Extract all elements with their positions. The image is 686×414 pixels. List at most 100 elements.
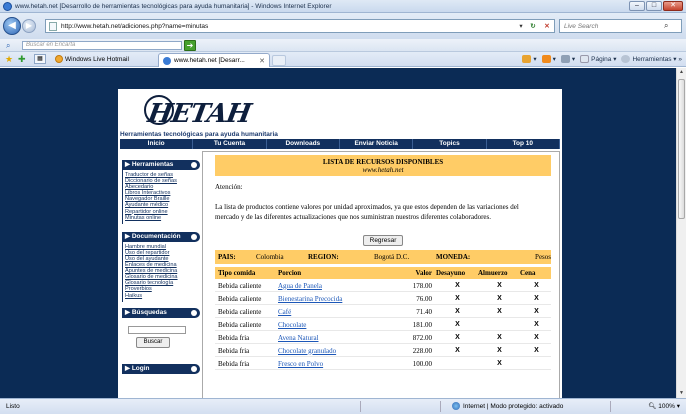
collapse-dot-icon[interactable] (191, 309, 197, 316)
page-icon (49, 21, 57, 31)
sidebar-busquedas-header: ▶ Búsquedas (122, 307, 200, 318)
go-button[interactable]: ➔ (184, 40, 196, 51)
column-header: Almuerzo (477, 267, 519, 279)
collapse-dot-icon[interactable] (191, 162, 197, 168)
porcion-cell: Café (275, 306, 391, 318)
minimize-button[interactable]: – (629, 1, 645, 11)
table-row: Bebida caliente Chocolate 181.00 X X (215, 319, 551, 331)
forward-button[interactable]: ▶ (22, 19, 36, 33)
close-button[interactable]: ✕ (663, 1, 683, 11)
stop-icon[interactable]: ✕ (540, 22, 554, 30)
menu-enviar-noticia[interactable]: Enviar Noticia (340, 139, 414, 149)
tools-menu[interactable]: Herramientas ▾ » (621, 55, 682, 64)
porcion-link[interactable]: Avena Natural (278, 334, 319, 342)
almuerzo-cell: X (477, 280, 519, 292)
resources-title: LISTA DE RECURSOS DISPONIBLES (322, 158, 444, 166)
regresar-button[interactable]: Regresar (363, 235, 403, 246)
menu-top-10[interactable]: Top 10 (487, 139, 560, 149)
cena-cell: X (519, 319, 551, 331)
sidebar-item[interactable]: Minutas online (123, 215, 200, 221)
print-icon (560, 55, 570, 64)
ie-logo-icon (3, 1, 12, 11)
sidebar-documentacion-list: Hambre mundial Uso del repartidor Uso de… (122, 241, 200, 302)
sidebar: ▶ Herramientas Traductor de señas Diccio… (122, 160, 200, 398)
collapse-dot-icon[interactable] (191, 365, 197, 372)
url-text[interactable]: http://www.hetah.net/adiciones.php?name=… (61, 23, 516, 30)
status-text: Listo (6, 403, 20, 410)
scroll-up-icon[interactable]: ▲ (677, 68, 686, 77)
site-menu: Inicio Tu Cuenta Downloads Enviar Notici… (120, 139, 560, 149)
live-search-box[interactable]: ⌕ (559, 19, 682, 33)
active-tab[interactable]: www.hetah.net [Desarr... ✕ (158, 53, 270, 67)
favorite-hotmail[interactable]: Windows Live Hotmail (55, 55, 129, 63)
sidebar-documentacion-header: ▶ Documentación (122, 231, 200, 242)
atencion-label: Atención: (215, 183, 243, 191)
favorites-star-icon[interactable]: ★ (5, 54, 13, 65)
command-bar: ▾ ▾ ▾ Página ▾ Herramientas ▾ » (522, 55, 682, 64)
almuerzo-cell (477, 319, 519, 331)
menu-topics[interactable]: Topics (413, 139, 487, 149)
cena-cell: X (519, 293, 551, 305)
cena-cell: X (519, 345, 551, 357)
add-favorites-icon[interactable]: ✚ (18, 54, 26, 65)
url-dropdown-icon[interactable]: ▾ (516, 22, 526, 30)
page-menu[interactable]: Página ▾ (580, 55, 616, 64)
scroll-down-icon[interactable]: ▼ (677, 389, 686, 398)
search-icon[interactable]: ⌕ (664, 21, 668, 31)
valor-cell: 181.00 (391, 319, 435, 331)
valor-cell: 178.00 (391, 280, 435, 292)
security-zone[interactable]: Internet | Modo protegido: activado (452, 402, 563, 410)
site-logo: HETAH (120, 91, 560, 131)
porcion-link[interactable]: Fresco en Polvo (278, 360, 323, 368)
refresh-icon[interactable]: ↻ (526, 22, 540, 30)
porcion-cell: Bienestarina Precocida (275, 293, 391, 305)
site-search-input[interactable] (128, 325, 186, 334)
home-icon (522, 55, 532, 64)
desayuno-cell: X (435, 293, 477, 305)
porcion-link[interactable]: Agua de Panela (278, 282, 322, 290)
porcion-link[interactable]: Chocolate (278, 321, 306, 329)
table-row: Bebida caliente Bienestarina Precocida 7… (215, 293, 551, 305)
website: HETAH Herramientas tecnológicas para ayu… (118, 89, 562, 398)
porcion-cell: Chocolate (275, 319, 391, 331)
maximize-button[interactable]: □ (646, 1, 662, 11)
quick-tabs-icon[interactable]: ▦ (34, 54, 46, 64)
porcion-link[interactable]: Chocolate granulado (278, 347, 336, 355)
sidebar-item[interactable]: Haikus (123, 293, 200, 299)
moneda-value: Pesos (535, 253, 551, 261)
desayuno-cell: X (435, 332, 477, 344)
page-viewport: HETAH Herramientas tecnológicas para ayu… (0, 68, 676, 398)
zoom-level[interactable]: 🔍︎ 100% ▾ (648, 402, 680, 410)
column-header: Desayuno (435, 267, 477, 279)
status-divider (360, 401, 361, 412)
live-search-input[interactable] (564, 22, 664, 30)
hotmail-icon (55, 55, 63, 63)
table-row: Bebida caliente Café 71.40 X X X (215, 306, 551, 318)
menu-tu-cuenta[interactable]: Tu Cuenta (193, 139, 267, 149)
table-header-row: Tipo comida Porcion Valor Desayuno Almue… (215, 267, 551, 279)
porcion-cell: Agua de Panela (275, 280, 391, 292)
scrollbar-thumb[interactable] (678, 79, 685, 219)
tab-bar: ★ ✚ ▦ Windows Live Hotmail www.hetah.net… (0, 52, 686, 67)
porcion-link[interactable]: Café (278, 308, 291, 316)
home-button[interactable]: ▾ (522, 55, 537, 64)
url-field[interactable]: http://www.hetah.net/adiciones.php?name=… (45, 19, 555, 33)
back-button[interactable]: ◀ (3, 17, 21, 35)
vertical-scrollbar[interactable]: ▲ ▼ (676, 68, 686, 398)
status-divider (610, 401, 611, 412)
porcion-cell: Avena Natural (275, 332, 391, 344)
menu-downloads[interactable]: Downloads (267, 139, 340, 149)
porcion-link[interactable]: Bienestarina Precocida (278, 295, 342, 303)
tab-close-icon[interactable]: ✕ (255, 57, 269, 65)
title-bar: www.hetah.net [Desarrollo de herramienta… (0, 0, 686, 13)
print-button[interactable]: ▾ (560, 55, 575, 64)
column-header: Valor (391, 267, 435, 279)
feeds-icon (541, 55, 551, 64)
menu-inicio[interactable]: Inicio (120, 139, 194, 149)
collapse-dot-icon[interactable] (191, 233, 197, 240)
new-tab-button[interactable] (272, 55, 286, 66)
buscar-button[interactable]: Buscar (136, 336, 170, 348)
browser-window: www.hetah.net [Desarrollo de herramienta… (0, 0, 686, 414)
feeds-button[interactable]: ▾ (541, 55, 556, 64)
encarta-search-input[interactable]: Buscar en Encarta (22, 41, 182, 50)
